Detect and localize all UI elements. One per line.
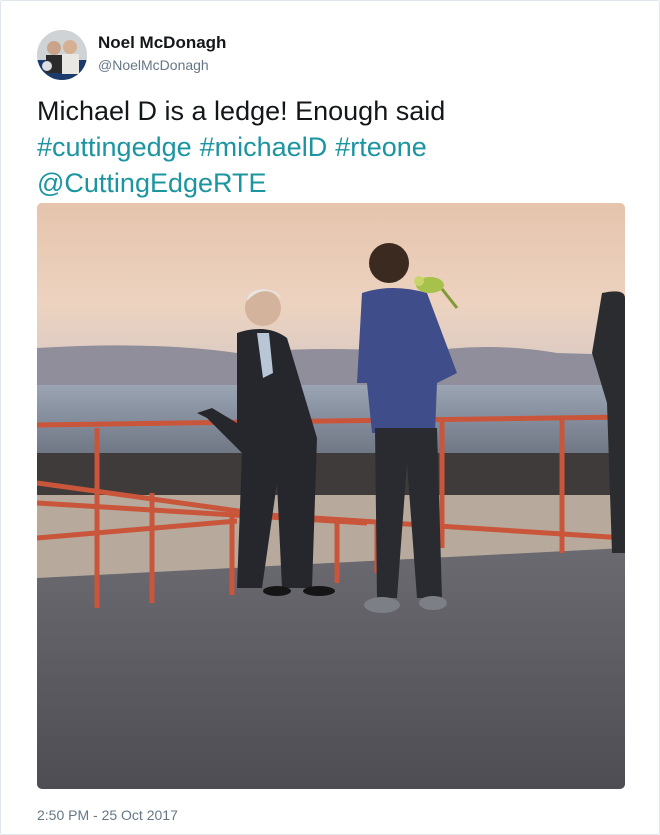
author-name[interactable]: Noel McDonagh [98,33,226,53]
tweet-card: Noel McDonagh @NoelMcDonagh Michael D is… [0,0,660,835]
mention-link[interactable]: @CuttingEdgeRTE [37,168,267,198]
tweet-photo[interactable] [37,203,625,789]
mention-row: @CuttingEdgeRTE [37,165,637,201]
author-avatar[interactable] [37,30,87,80]
tweet-text: Michael D is a ledge! Enough said #cutti… [37,93,637,201]
hashtag-link[interactable]: #rteone [335,132,427,162]
tweet-timestamp[interactable]: 2:50 PM - 25 Oct 2017 [37,807,178,823]
hashtag-link[interactable]: #cuttingedge [37,132,192,162]
author-handle[interactable]: @NoelMcDonagh [98,57,209,73]
hashtag-link[interactable]: #michaelD [200,132,328,162]
hashtag-row: #cuttingedge #michaelD #rteone [37,129,637,165]
photo-image [37,203,625,789]
avatar-image [37,30,87,80]
tweet-body: Michael D is a ledge! Enough said [37,96,446,126]
